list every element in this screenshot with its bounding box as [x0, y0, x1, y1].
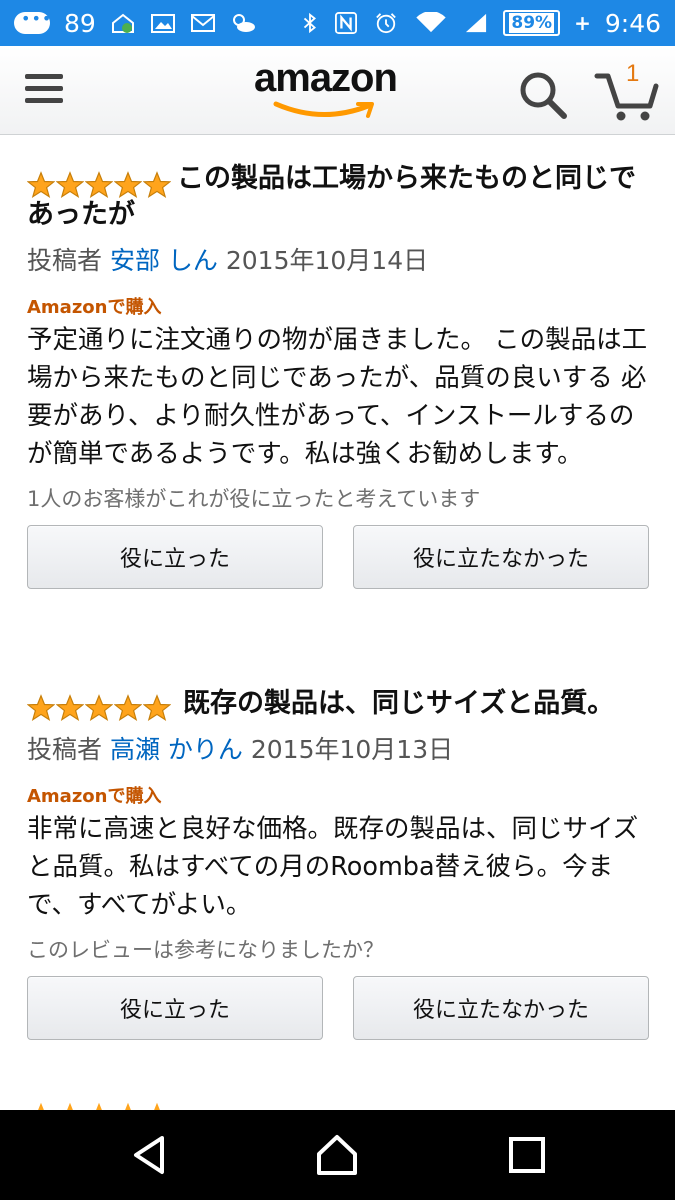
nfc-icon: [335, 12, 358, 34]
star-icon: [27, 171, 55, 198]
hamburger-menu-icon[interactable]: [25, 74, 63, 104]
star-icon: [143, 171, 171, 198]
chat-notification-icon: [14, 9, 52, 34]
star-icon: [56, 694, 84, 721]
author-link[interactable]: 安部 しん: [110, 246, 218, 275]
star-icon: [114, 694, 142, 721]
weather-icon: [232, 14, 255, 32]
review-author-line: 投稿者 安部 しん 2015年10月14日: [27, 241, 651, 277]
back-icon[interactable]: [128, 1132, 174, 1178]
helpful-yes-button[interactable]: 役に立った: [27, 525, 323, 589]
home-download-icon: [111, 13, 134, 33]
clock: 9:46: [604, 8, 661, 38]
app-header: amazon 1: [0, 46, 675, 135]
charging-icon: +: [574, 11, 591, 35]
next-review-stars-partial: [27, 1101, 171, 1110]
logo-smile-icon: [273, 101, 374, 118]
helpful-no-button[interactable]: 役に立たなかった: [353, 525, 649, 589]
star-icon: [143, 694, 171, 721]
review-item: この製品は工場から来たものと同じであったが 投稿者 安部 しん 2015年10月…: [27, 163, 651, 591]
star-icon: [96, 1102, 102, 1110]
review-body: 予定通りに注文通りの物が届きました。 この製品は工場から来たものと同じであったが…: [27, 325, 648, 469]
review-date: 2015年10月14日: [225, 246, 429, 275]
helpful-count: 1人のお客様がこれが役に立ったと考えています: [27, 487, 481, 511]
battery-indicator: 89%: [503, 10, 561, 36]
vote-buttons: 役に立った 役に立たなかった: [27, 976, 651, 1042]
star-icon: [38, 1102, 44, 1110]
review-title[interactable]: 既存の製品は、同じサイズと品質。: [183, 686, 614, 722]
helpful-yes-button[interactable]: 役に立った: [27, 976, 323, 1040]
star-icon: [85, 171, 113, 198]
verified-purchase-badge: Amazonで購入: [27, 786, 162, 807]
recents-icon[interactable]: [504, 1132, 550, 1178]
home-icon[interactable]: [314, 1132, 360, 1178]
review-body: 非常に高速と良好な価格。既存の製品は、同じサイズと品質。私はすべての月のRoom…: [27, 814, 639, 920]
verified-purchase-badge: Amazonで購入: [27, 297, 162, 318]
star-icon: [114, 171, 142, 198]
star-icon: [56, 171, 84, 198]
star-icon: [27, 694, 55, 721]
image-icon: [150, 14, 175, 33]
review-author-line: 投稿者 高瀬 かりん 2015年10月13日: [27, 730, 651, 766]
bluetooth-icon: [304, 12, 317, 34]
amazon-logo[interactable]: amazon: [254, 56, 419, 126]
system-nav-bar: [0, 1110, 675, 1200]
star-icon: [85, 694, 113, 721]
reviews-list: この製品は工場から来たものと同じであったが 投稿者 安部 しん 2015年10月…: [0, 135, 675, 1110]
star-icon: [154, 1102, 160, 1110]
author-prefix: 投稿者: [27, 735, 103, 764]
wifi-icon: [416, 12, 447, 33]
star-rating: [27, 694, 171, 722]
logo-text: amazon: [254, 56, 398, 100]
star-icon: [67, 1102, 73, 1110]
mail-icon: [190, 14, 215, 32]
review-item: 既存の製品は、同じサイズと品質。 投稿者 高瀬 かりん 2015年10月13日 …: [27, 686, 651, 1042]
star-icon: [125, 1102, 131, 1110]
signal-icon: [466, 13, 487, 33]
star-rating: [27, 171, 171, 199]
notification-count: 89: [64, 8, 96, 38]
helpful-no-button[interactable]: 役に立たなかった: [353, 976, 649, 1040]
author-prefix: 投稿者: [27, 246, 103, 275]
cart-count-badge: 1: [626, 60, 640, 87]
author-link[interactable]: 高瀬 かりん: [110, 735, 243, 764]
alarm-icon: [376, 13, 397, 34]
review-date: 2015年10月13日: [250, 735, 454, 764]
search-icon[interactable]: [518, 70, 568, 120]
helpful-prompt: このレビューは参考になりましたか？: [27, 938, 384, 962]
vote-buttons: 役に立った 役に立たなかった: [27, 525, 651, 591]
status-bar: 89 89% + 9:46: [0, 0, 675, 46]
